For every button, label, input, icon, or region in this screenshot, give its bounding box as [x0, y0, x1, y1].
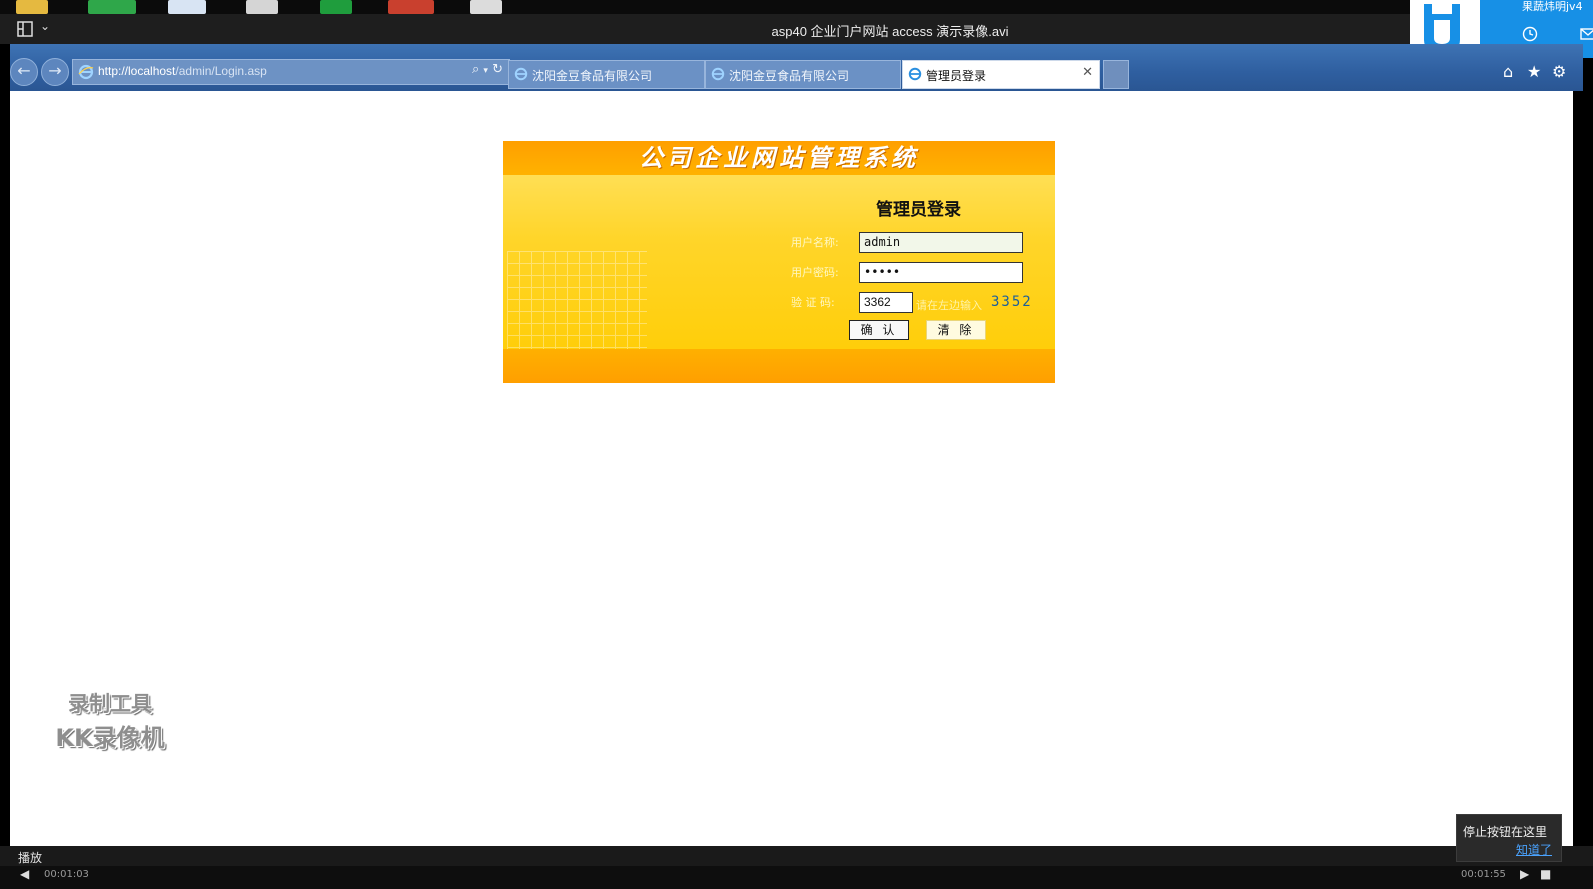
desktop-app-icon[interactable]: [320, 0, 352, 14]
forward-icon: →: [48, 61, 62, 80]
mail-icon[interactable]: [1580, 26, 1593, 42]
refresh-icon[interactable]: ↻: [492, 62, 503, 77]
tooltip-dismiss-link[interactable]: 知道了: [1516, 841, 1552, 858]
browser-tab[interactable]: 沈阳金豆食品有限公司: [705, 60, 901, 89]
desktop-app-icon[interactable]: [388, 0, 434, 14]
desktop-app-icon[interactable]: [168, 0, 206, 14]
desktop-app-icon[interactable]: [88, 0, 136, 14]
ie-icon: [78, 64, 94, 80]
clear-button[interactable]: 清 除: [926, 320, 986, 340]
captcha-code: 3352: [991, 294, 1033, 310]
desktop-app-icon[interactable]: [246, 0, 278, 14]
tab-label: 沈阳金豆食品有限公司: [532, 69, 653, 83]
address-bar[interactable]: http://localhost/admin/Login.asp ⌕ ▾ ↻: [72, 59, 510, 85]
panel-footer-band: [503, 349, 1055, 383]
browser-tab-active[interactable]: 管理员登录 ✕: [902, 60, 1100, 89]
tooltip-text: 停止按钮在这里: [1463, 825, 1548, 839]
chevron-down-icon[interactable]: ▾: [483, 66, 488, 76]
player-title-bar: ⌄ asp40 企业门户网站 access 演示录像.avi: [0, 14, 1410, 44]
home-icon[interactable]: ⌂: [1503, 62, 1513, 81]
address-tools: ⌕ ▾ ↻: [472, 62, 503, 77]
forward-button[interactable]: →: [41, 58, 69, 86]
ie-icon: [514, 67, 528, 81]
forward-skip-icon[interactable]: ▶: [1520, 867, 1529, 881]
time-total: 00:01:55: [1461, 869, 1506, 880]
system-banner: 公司企业网站管理系统: [503, 141, 1055, 175]
player-status-bar: [0, 846, 1593, 866]
back-icon: ←: [17, 61, 31, 80]
tab-label: 沈阳金豆食品有限公司: [729, 69, 850, 83]
address-path: /admin/Login.asp: [175, 64, 267, 78]
address-host: http://localhost: [98, 64, 176, 78]
close-icon[interactable]: ✕: [1082, 65, 1093, 80]
watermark-line1: 录制工具: [68, 692, 152, 716]
gear-icon[interactable]: ⚙: [1552, 62, 1566, 81]
time-elapsed: 00:01:03: [44, 869, 89, 880]
search-icon[interactable]: ⌕: [472, 62, 479, 77]
password-label: 用户密码:: [791, 266, 839, 279]
rewind-icon[interactable]: ◀: [20, 867, 29, 881]
desktop-app-icon[interactable]: [470, 0, 502, 14]
browser-tab[interactable]: 沈阳金豆食品有限公司: [508, 60, 705, 89]
stop-icon[interactable]: ■: [1540, 867, 1551, 881]
desktop-taskbar-strip: [0, 0, 1593, 14]
desktop-app-icon[interactable]: [16, 0, 48, 14]
ie-icon: [711, 67, 725, 81]
captcha-field[interactable]: 3362: [859, 292, 913, 313]
login-panel: 公司企业网站管理系统 管理员登录 用户名称: admin 用户密码: •••••…: [503, 141, 1055, 383]
player-title: asp40 企业门户网站 access 演示录像.avi: [771, 24, 1009, 39]
password-field[interactable]: •••••: [859, 262, 1023, 283]
captcha-label: 验 证 码:: [791, 296, 835, 309]
decorative-grid: [507, 251, 647, 351]
address-url: http://localhost/admin/Login.asp: [98, 64, 267, 78]
clock-icon[interactable]: [1522, 26, 1538, 42]
new-tab-button[interactable]: [1103, 60, 1129, 89]
tab-label: 管理员登录: [926, 69, 987, 83]
back-button[interactable]: ←: [10, 58, 38, 86]
watermark-line2: KK录像机: [55, 724, 165, 752]
recorder-watermark: 录制工具 KK录像机: [42, 688, 178, 752]
username-label: 用户名称:: [791, 236, 839, 249]
player-status-text: 播放: [18, 851, 43, 865]
login-heading: 管理员登录: [876, 200, 961, 220]
player-timeline[interactable]: [0, 866, 1593, 889]
ie-icon: [908, 67, 922, 81]
confirm-button[interactable]: 确 认: [849, 320, 909, 340]
captcha-hint: 请在左边输入: [916, 299, 982, 312]
username-field[interactable]: admin: [859, 232, 1023, 253]
notification-user-name: 果蔬炜明jv4: [1522, 0, 1583, 13]
star-icon[interactable]: ★: [1527, 62, 1541, 81]
